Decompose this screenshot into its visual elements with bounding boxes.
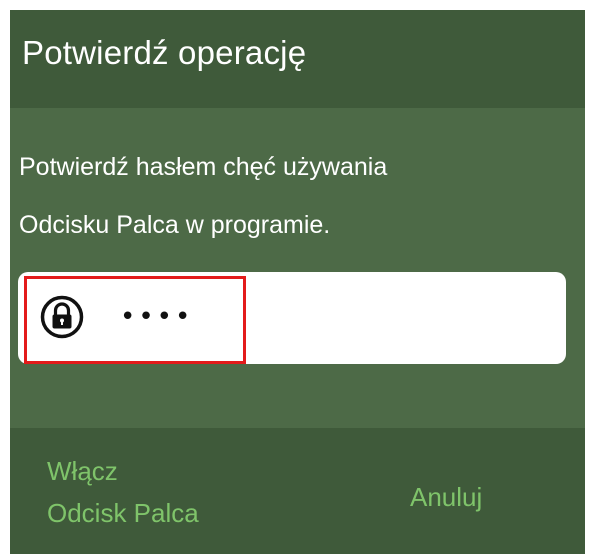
message-line: Odcisku Palca w programie. [19,211,331,239]
enable-fingerprint-button[interactable]: Włącz Odcisk Palca [47,450,199,534]
dialog-title: Potwierdź operację [22,34,307,71]
dialog-header: Potwierdź operację [10,10,585,108]
cancel-button[interactable]: Anuluj [410,476,482,518]
button-label-line: Włącz [47,456,118,486]
dialog-message: Potwierdź hasłem chęć używania Odcisku P… [19,138,559,254]
message-line: Potwierdź hasłem chęć używania [19,153,388,181]
lock-icon [40,295,84,339]
button-label-line: Odcisk Palca [47,498,199,528]
password-input[interactable] [18,272,566,364]
password-value: •••• [120,302,194,332]
